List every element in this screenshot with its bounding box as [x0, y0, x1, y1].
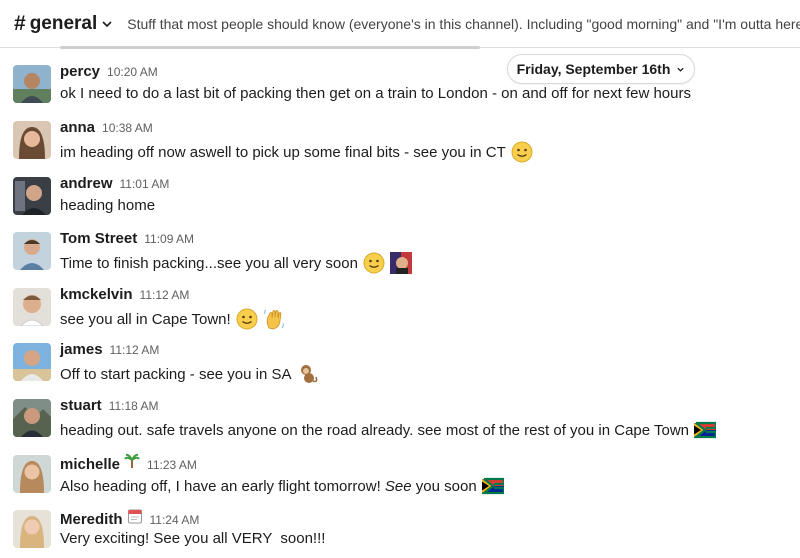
channel-topic[interactable]: Stuff that most people should know (ever…: [127, 16, 800, 32]
message-text: im heading off now aswell to pick up som…: [60, 141, 533, 163]
username[interactable]: andrew: [60, 175, 113, 192]
username[interactable]: kmckelvin: [60, 286, 133, 303]
clipped-message-remnant: [60, 40, 480, 50]
timestamp[interactable]: 11:12 AM: [140, 288, 190, 302]
avatar[interactable]: [13, 455, 51, 493]
message-text: heading out. safe travels anyone on the …: [60, 419, 717, 441]
message-text: see you all in Cape Town!: [60, 308, 285, 330]
south-africa-flag-emoji: [694, 419, 717, 441]
username[interactable]: percy: [60, 63, 100, 80]
message-item: james 11:12 AM Off to start packing - se…: [0, 341, 800, 398]
message-item: andrew 11:01 AM heading home: [0, 175, 800, 232]
timestamp[interactable]: 10:20 AM: [107, 65, 158, 79]
south-africa-flag-emoji: [481, 475, 504, 497]
chevron-down-icon: [102, 20, 112, 27]
username[interactable]: Tom Street: [60, 230, 137, 247]
message-item: anna 10:38 AM im heading off now aswell …: [0, 119, 800, 176]
waving-hand-emoji: [263, 308, 285, 330]
message-item: Tom Street 11:09 AM Time to finish packi…: [0, 230, 800, 287]
message-item: Meredith 11:24 AM Very exciting! See you…: [0, 509, 800, 558]
avatar[interactable]: [13, 121, 51, 159]
message-text: ok I need to do a last bit of packing th…: [60, 85, 691, 102]
message-text: Also heading off, I have an early flight…: [60, 475, 504, 497]
slightly-smiling-face-emoji: [236, 308, 258, 330]
channel-name-button[interactable]: # general: [14, 12, 113, 36]
username[interactable]: michelle: [60, 456, 120, 473]
message-item: stuart 11:18 AM heading out. safe travel…: [0, 397, 800, 454]
avatar[interactable]: [13, 510, 51, 548]
avatar[interactable]: [13, 343, 51, 381]
slightly-smiling-face-emoji: [363, 252, 385, 274]
message-text: Time to finish packing...see you all ver…: [60, 252, 412, 274]
message-item: kmckelvin 11:12 AM see you all in Cape T…: [0, 286, 800, 343]
monkey-emoji: [297, 363, 319, 385]
avatar[interactable]: [13, 65, 51, 103]
timestamp[interactable]: 10:38 AM: [102, 121, 153, 135]
slightly-smiling-face-emoji: [511, 141, 533, 163]
username[interactable]: Meredith: [60, 511, 123, 528]
timestamp[interactable]: 11:12 AM: [110, 343, 160, 357]
message-item: percy 10:20 AM ok I need to do a last bi…: [0, 63, 800, 120]
calendar-emoji: [127, 509, 142, 524]
palm-tree-emoji: [124, 453, 140, 468]
custom-face-emoji: [389, 252, 412, 274]
timestamp[interactable]: 11:01 AM: [120, 177, 170, 191]
channel-hash-icon: #: [14, 11, 26, 35]
avatar[interactable]: [13, 232, 51, 270]
message-text: Very exciting! See you all VERY soon!!!: [60, 530, 326, 547]
username[interactable]: stuart: [60, 397, 102, 414]
username[interactable]: anna: [60, 119, 95, 136]
timestamp[interactable]: 11:09 AM: [144, 232, 194, 246]
avatar[interactable]: [13, 177, 51, 215]
message-text: heading home: [60, 197, 156, 214]
message-item: michelle 11:23 AM Also heading off, I ha…: [0, 453, 800, 510]
avatar[interactable]: [13, 399, 51, 437]
timestamp[interactable]: 11:18 AM: [109, 399, 159, 413]
avatar[interactable]: [13, 288, 51, 326]
timestamp[interactable]: 11:24 AM: [150, 513, 200, 527]
username[interactable]: james: [60, 341, 103, 358]
message-text: Off to start packing - see you in SA: [60, 363, 319, 385]
channel-name-label: general: [29, 12, 98, 34]
timestamp[interactable]: 11:23 AM: [147, 458, 197, 472]
